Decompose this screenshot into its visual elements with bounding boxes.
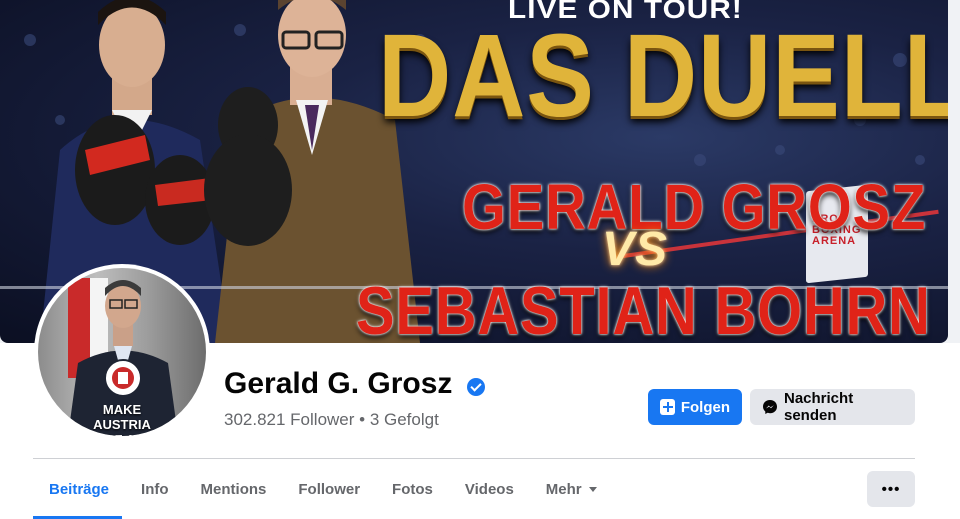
more-dots-icon: ••• xyxy=(881,480,901,498)
tab-label: Videos xyxy=(464,480,514,498)
tab-label: Mehr xyxy=(545,480,582,498)
tab-label: Beiträge xyxy=(49,480,110,498)
following-count[interactable]: 3 Gefolgt xyxy=(370,410,439,429)
facebook-profile-page: PRO BOXING ARENA LIVE ON TOUR! DAS DUELL… xyxy=(0,0,960,519)
cover-das-duell: DAS DUELL xyxy=(378,10,948,142)
chevron-down-icon xyxy=(588,486,597,492)
profile-name: Gerald G. Grosz xyxy=(224,367,453,400)
tab-label: Fotos xyxy=(392,480,433,498)
stats-separator: • xyxy=(354,410,370,429)
more-options-button[interactable]: ••• xyxy=(867,471,915,507)
cover-fighter-one: GERALD GROSZ xyxy=(462,171,927,243)
avatar-caption: MAKE AUSTRIA GROSZ AGAIN xyxy=(76,402,167,436)
tab-fotos[interactable]: Fotos xyxy=(376,468,449,510)
tab-follower[interactable]: Follower xyxy=(282,468,376,510)
profile-stats: 302.821 Follower • 3 Gefolgt xyxy=(224,410,439,430)
messenger-icon xyxy=(762,399,778,415)
tab-label: Info xyxy=(141,480,169,498)
followers-count[interactable]: 302.821 Follower xyxy=(224,410,354,429)
follow-plus-icon xyxy=(660,399,675,415)
tab-videos[interactable]: Videos xyxy=(449,468,530,510)
tab-info[interactable]: Info xyxy=(125,468,185,510)
follow-button-label: Folgen xyxy=(680,398,730,416)
cover-versus: VS xyxy=(602,223,669,276)
profile-avatar[interactable]: MAKE AUSTRIA GROSZ AGAIN xyxy=(34,264,210,440)
tab-mehr[interactable]: Mehr xyxy=(530,468,613,510)
profile-tabs: Beiträge Info Mentions Follower Fotos Vi… xyxy=(33,468,613,519)
header-divider xyxy=(33,458,915,459)
cover-fighter-two: SEBASTIAN BOHRN MENA xyxy=(356,273,948,343)
tab-beitraege[interactable]: Beiträge xyxy=(33,468,125,510)
tab-label: Follower xyxy=(298,480,361,498)
avatar-image: MAKE AUSTRIA GROSZ AGAIN xyxy=(38,268,206,436)
send-message-label: Nachricht senden xyxy=(784,390,854,424)
send-message-button[interactable]: Nachricht senden xyxy=(750,389,915,425)
follow-button[interactable]: Folgen xyxy=(648,389,742,425)
tab-label: Mentions xyxy=(200,480,267,498)
verified-badge-icon xyxy=(467,378,485,396)
tab-mentions[interactable]: Mentions xyxy=(185,468,283,510)
